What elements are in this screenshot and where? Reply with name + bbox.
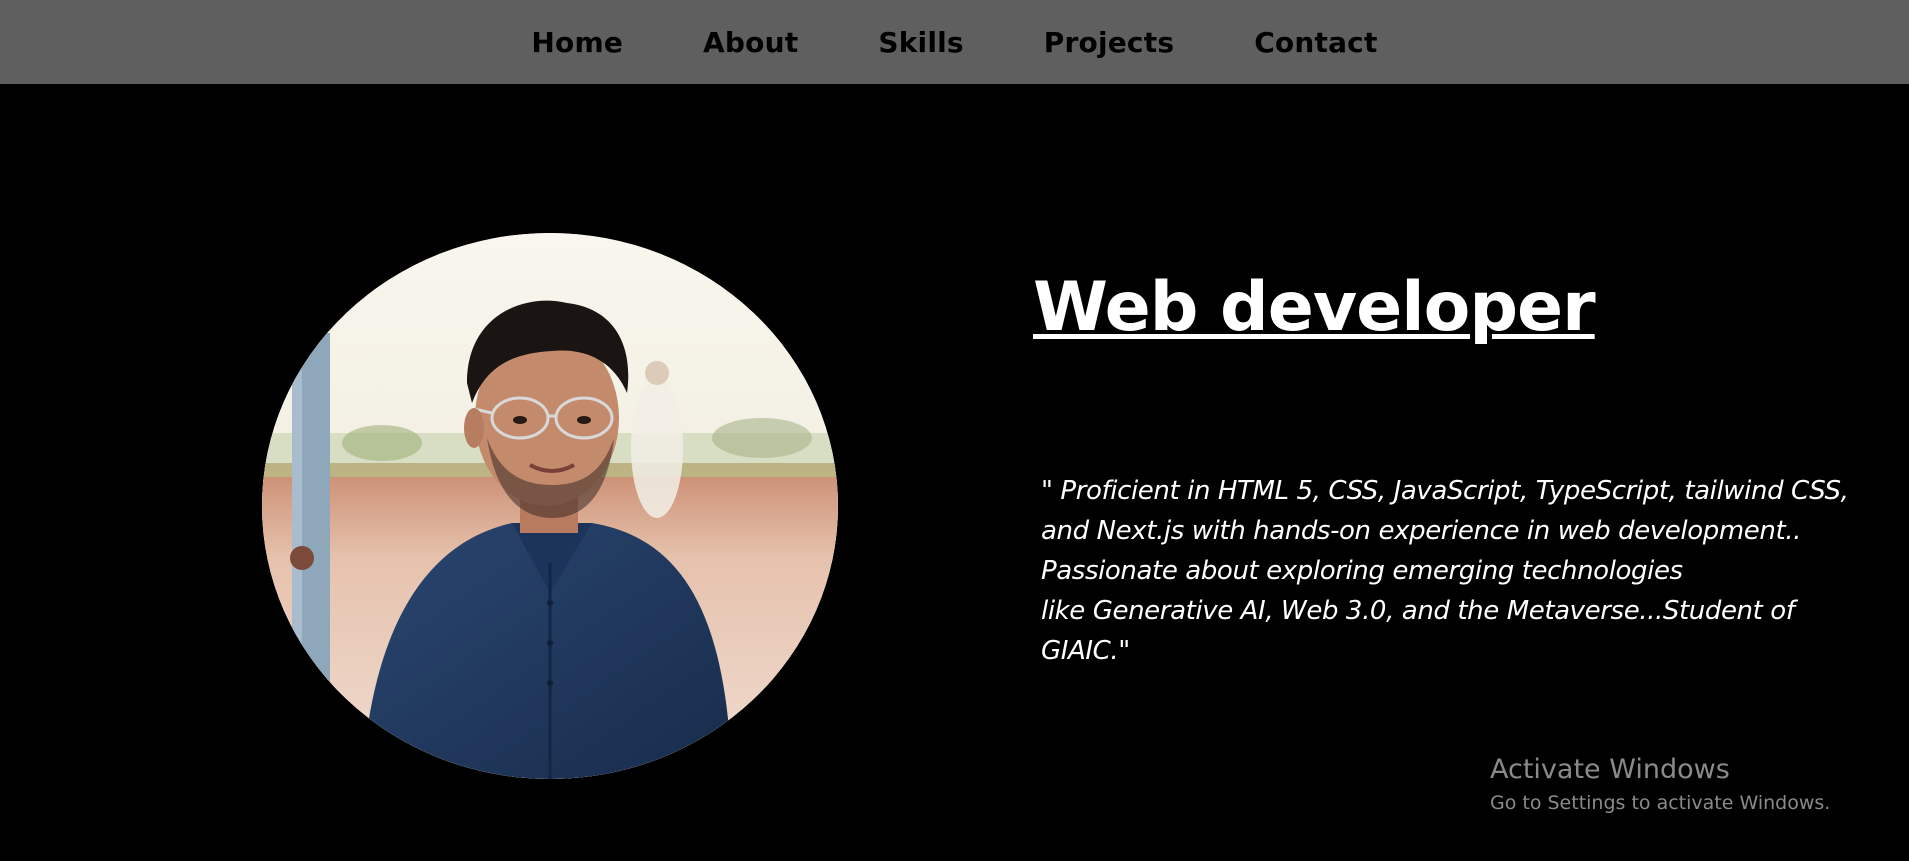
hero-headline: Web developer [1033,268,1596,347]
hero-bio: " Proficient in HTML 5, CSS, JavaScript,… [1041,471,1901,671]
nav-link-about[interactable]: About [703,26,798,59]
nav-links: Home About Skills Projects Contact [0,0,1909,84]
bio-line: like Generative AI, Web 3.0, and the Met… [1041,596,1795,626]
watermark-subtitle: Go to Settings to activate Windows. [1490,792,1831,814]
bio-line: Passionate about exploring emerging tech… [1041,556,1683,586]
nav-link-home[interactable]: Home [531,26,623,59]
nav-link-contact[interactable]: Contact [1254,26,1377,59]
profile-photo [262,233,838,779]
bio-line: and Next.js with hands-on experience in … [1041,516,1801,546]
activate-windows-watermark: Activate Windows Go to Settings to activ… [1490,754,1830,816]
top-navbar: Home About Skills Projects Contact [0,0,1909,84]
bio-line: " Proficient in HTML 5, CSS, JavaScript,… [1041,476,1849,506]
watermark-title: Activate Windows [1490,754,1730,785]
nav-link-skills[interactable]: Skills [878,26,963,59]
bio-line: GIAIC." [1041,636,1130,666]
nav-link-projects[interactable]: Projects [1044,26,1174,59]
